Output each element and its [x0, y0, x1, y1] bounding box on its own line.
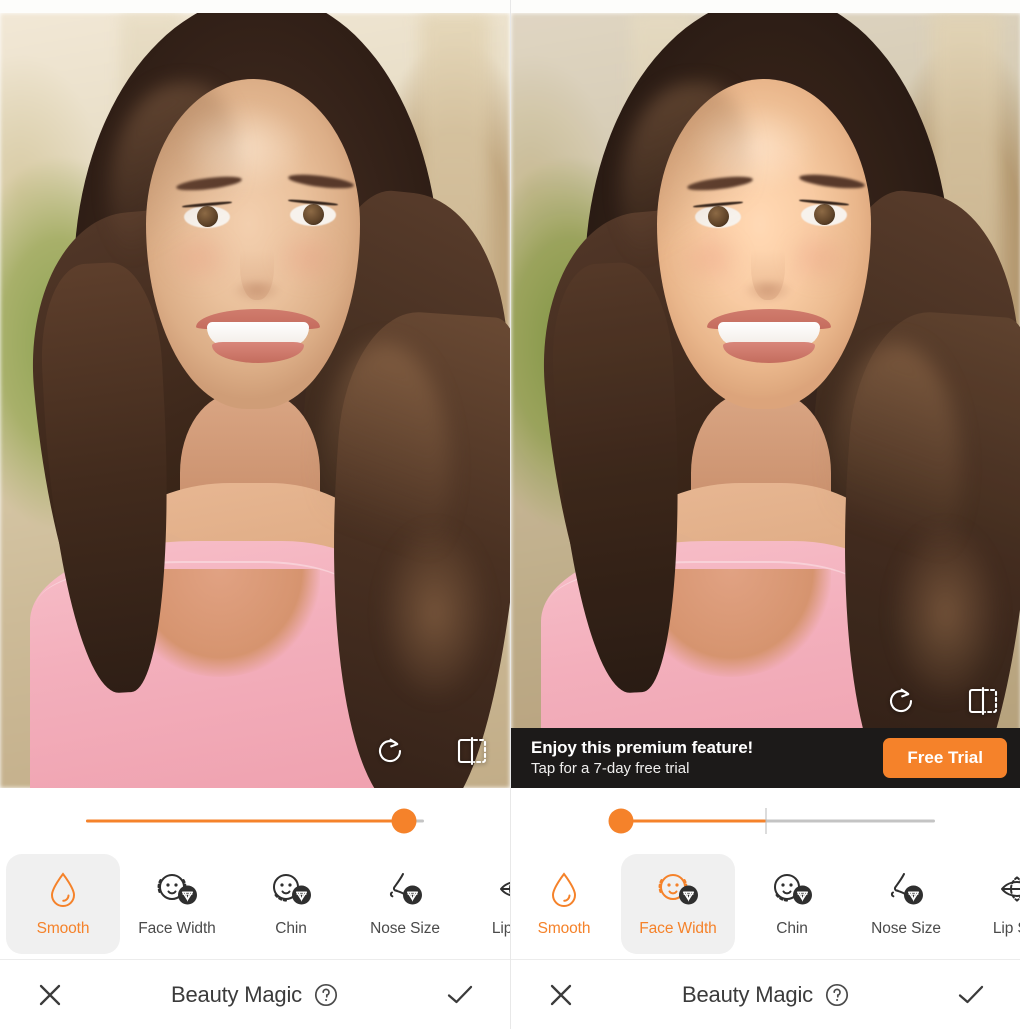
- intensity-slider[interactable]: [511, 795, 1020, 847]
- panel-right: Enjoy this premium feature! Tap for a 7-…: [510, 0, 1020, 1029]
- slider-thumb[interactable]: [391, 808, 417, 834]
- premium-banner-subtitle: Tap for a 7-day free trial: [531, 760, 690, 778]
- reset-icon[interactable]: [879, 679, 923, 723]
- app-screen: Smooth Face Width Chin Nose Size Lip Bea…: [0, 0, 1020, 1029]
- tool-label: Lip Size: [491, 920, 510, 937]
- tool-label: Face Width: [138, 920, 216, 937]
- slider-thumb[interactable]: [608, 808, 634, 834]
- tool-label: Nose Size: [871, 920, 941, 937]
- droplet-icon: [541, 869, 587, 911]
- tool-strip-right[interactable]: Smooth Face Width Chin Nose Size Lip: [511, 847, 1020, 960]
- tool-item-face-width[interactable]: Face Width: [120, 854, 234, 954]
- nose-size-icon: [382, 869, 428, 911]
- face-width-icon: [154, 869, 200, 911]
- bottom-bar-right: Beauty Magic: [511, 960, 1020, 1029]
- tool-label: Chin: [776, 920, 808, 937]
- checkmark-icon[interactable]: [438, 973, 482, 1017]
- photo-top-strip: [511, 0, 1020, 13]
- chin-icon: [769, 869, 815, 911]
- photo-area-right: Enjoy this premium feature! Tap for a 7-…: [511, 0, 1020, 795]
- slider-wrap-right: [511, 795, 1020, 847]
- close-icon[interactable]: [539, 973, 583, 1017]
- tool-item-chin[interactable]: Chin: [234, 854, 348, 954]
- premium-banner-text: Enjoy this premium feature! Tap for a 7-…: [531, 737, 883, 779]
- tool-label: Chin: [275, 920, 307, 937]
- photo-area-left: [0, 0, 510, 795]
- tool-item-face-width[interactable]: Face Width: [621, 853, 735, 954]
- tool-item-nose-size[interactable]: Nose Size: [849, 854, 963, 954]
- tool-item-nose-size[interactable]: Nose Size: [348, 854, 462, 954]
- tool-item-chin[interactable]: Chin: [735, 854, 849, 954]
- tool-item-smooth[interactable]: Smooth: [511, 854, 621, 954]
- slider-center-tick: [765, 808, 767, 834]
- tool-label: Lip Size: [992, 920, 1020, 937]
- tool-item-smooth[interactable]: Smooth: [6, 853, 120, 954]
- droplet-icon: [40, 869, 86, 911]
- page-title: Beauty Magic: [682, 981, 813, 1007]
- face-width-icon: [655, 869, 701, 911]
- slider-track-fill: [86, 819, 404, 823]
- help-icon[interactable]: [313, 982, 339, 1008]
- bottom-bar-title-group: Beauty Magic: [682, 982, 850, 1008]
- tool-item-lip-size[interactable]: Lip Size: [462, 854, 510, 954]
- panel-left: Smooth Face Width Chin Nose Size Lip Bea…: [0, 0, 510, 1029]
- slider-wrap-left: [0, 795, 510, 847]
- tool-label: Face Width: [639, 920, 717, 937]
- portrait-photo-enhanced: [511, 13, 1020, 788]
- bottom-bar-title-group: Beauty Magic: [171, 982, 339, 1008]
- free-trial-button[interactable]: Free Trial: [883, 738, 1007, 778]
- photo-bottom-strip: [511, 788, 1020, 795]
- compare-icon[interactable]: [961, 679, 1005, 723]
- premium-banner[interactable]: Enjoy this premium feature! Tap for a 7-…: [511, 728, 1020, 788]
- tool-label: Smooth: [36, 920, 90, 937]
- photo-subject: [0, 13, 510, 788]
- photo-actions-right: [879, 679, 1005, 723]
- help-icon[interactable]: [824, 982, 850, 1008]
- lip-size-icon: [496, 869, 510, 911]
- close-icon[interactable]: [28, 973, 72, 1017]
- tool-item-lip-size[interactable]: Lip Size: [963, 854, 1020, 954]
- reset-icon[interactable]: [368, 729, 412, 773]
- bottom-bar-left: Beauty Magic: [0, 960, 510, 1029]
- tool-strip-left[interactable]: Smooth Face Width Chin Nose Size Lip: [0, 847, 510, 960]
- portrait-photo-original: [0, 13, 510, 788]
- photo-actions-left: [368, 729, 494, 773]
- lip-size-icon: [997, 869, 1020, 911]
- checkmark-icon[interactable]: [949, 973, 993, 1017]
- photo-top-strip: [0, 0, 510, 13]
- photo-bottom-strip: [0, 788, 510, 795]
- tool-label: Smooth: [537, 920, 591, 937]
- intensity-slider[interactable]: [0, 795, 510, 847]
- slider-track-fill: [621, 819, 766, 823]
- chin-icon: [268, 869, 314, 911]
- premium-banner-title: Enjoy this premium feature!: [531, 738, 754, 758]
- page-title: Beauty Magic: [171, 981, 302, 1007]
- tool-label: Nose Size: [370, 920, 440, 937]
- photo-subject: [511, 13, 1020, 788]
- nose-size-icon: [883, 869, 929, 911]
- compare-icon[interactable]: [450, 729, 494, 773]
